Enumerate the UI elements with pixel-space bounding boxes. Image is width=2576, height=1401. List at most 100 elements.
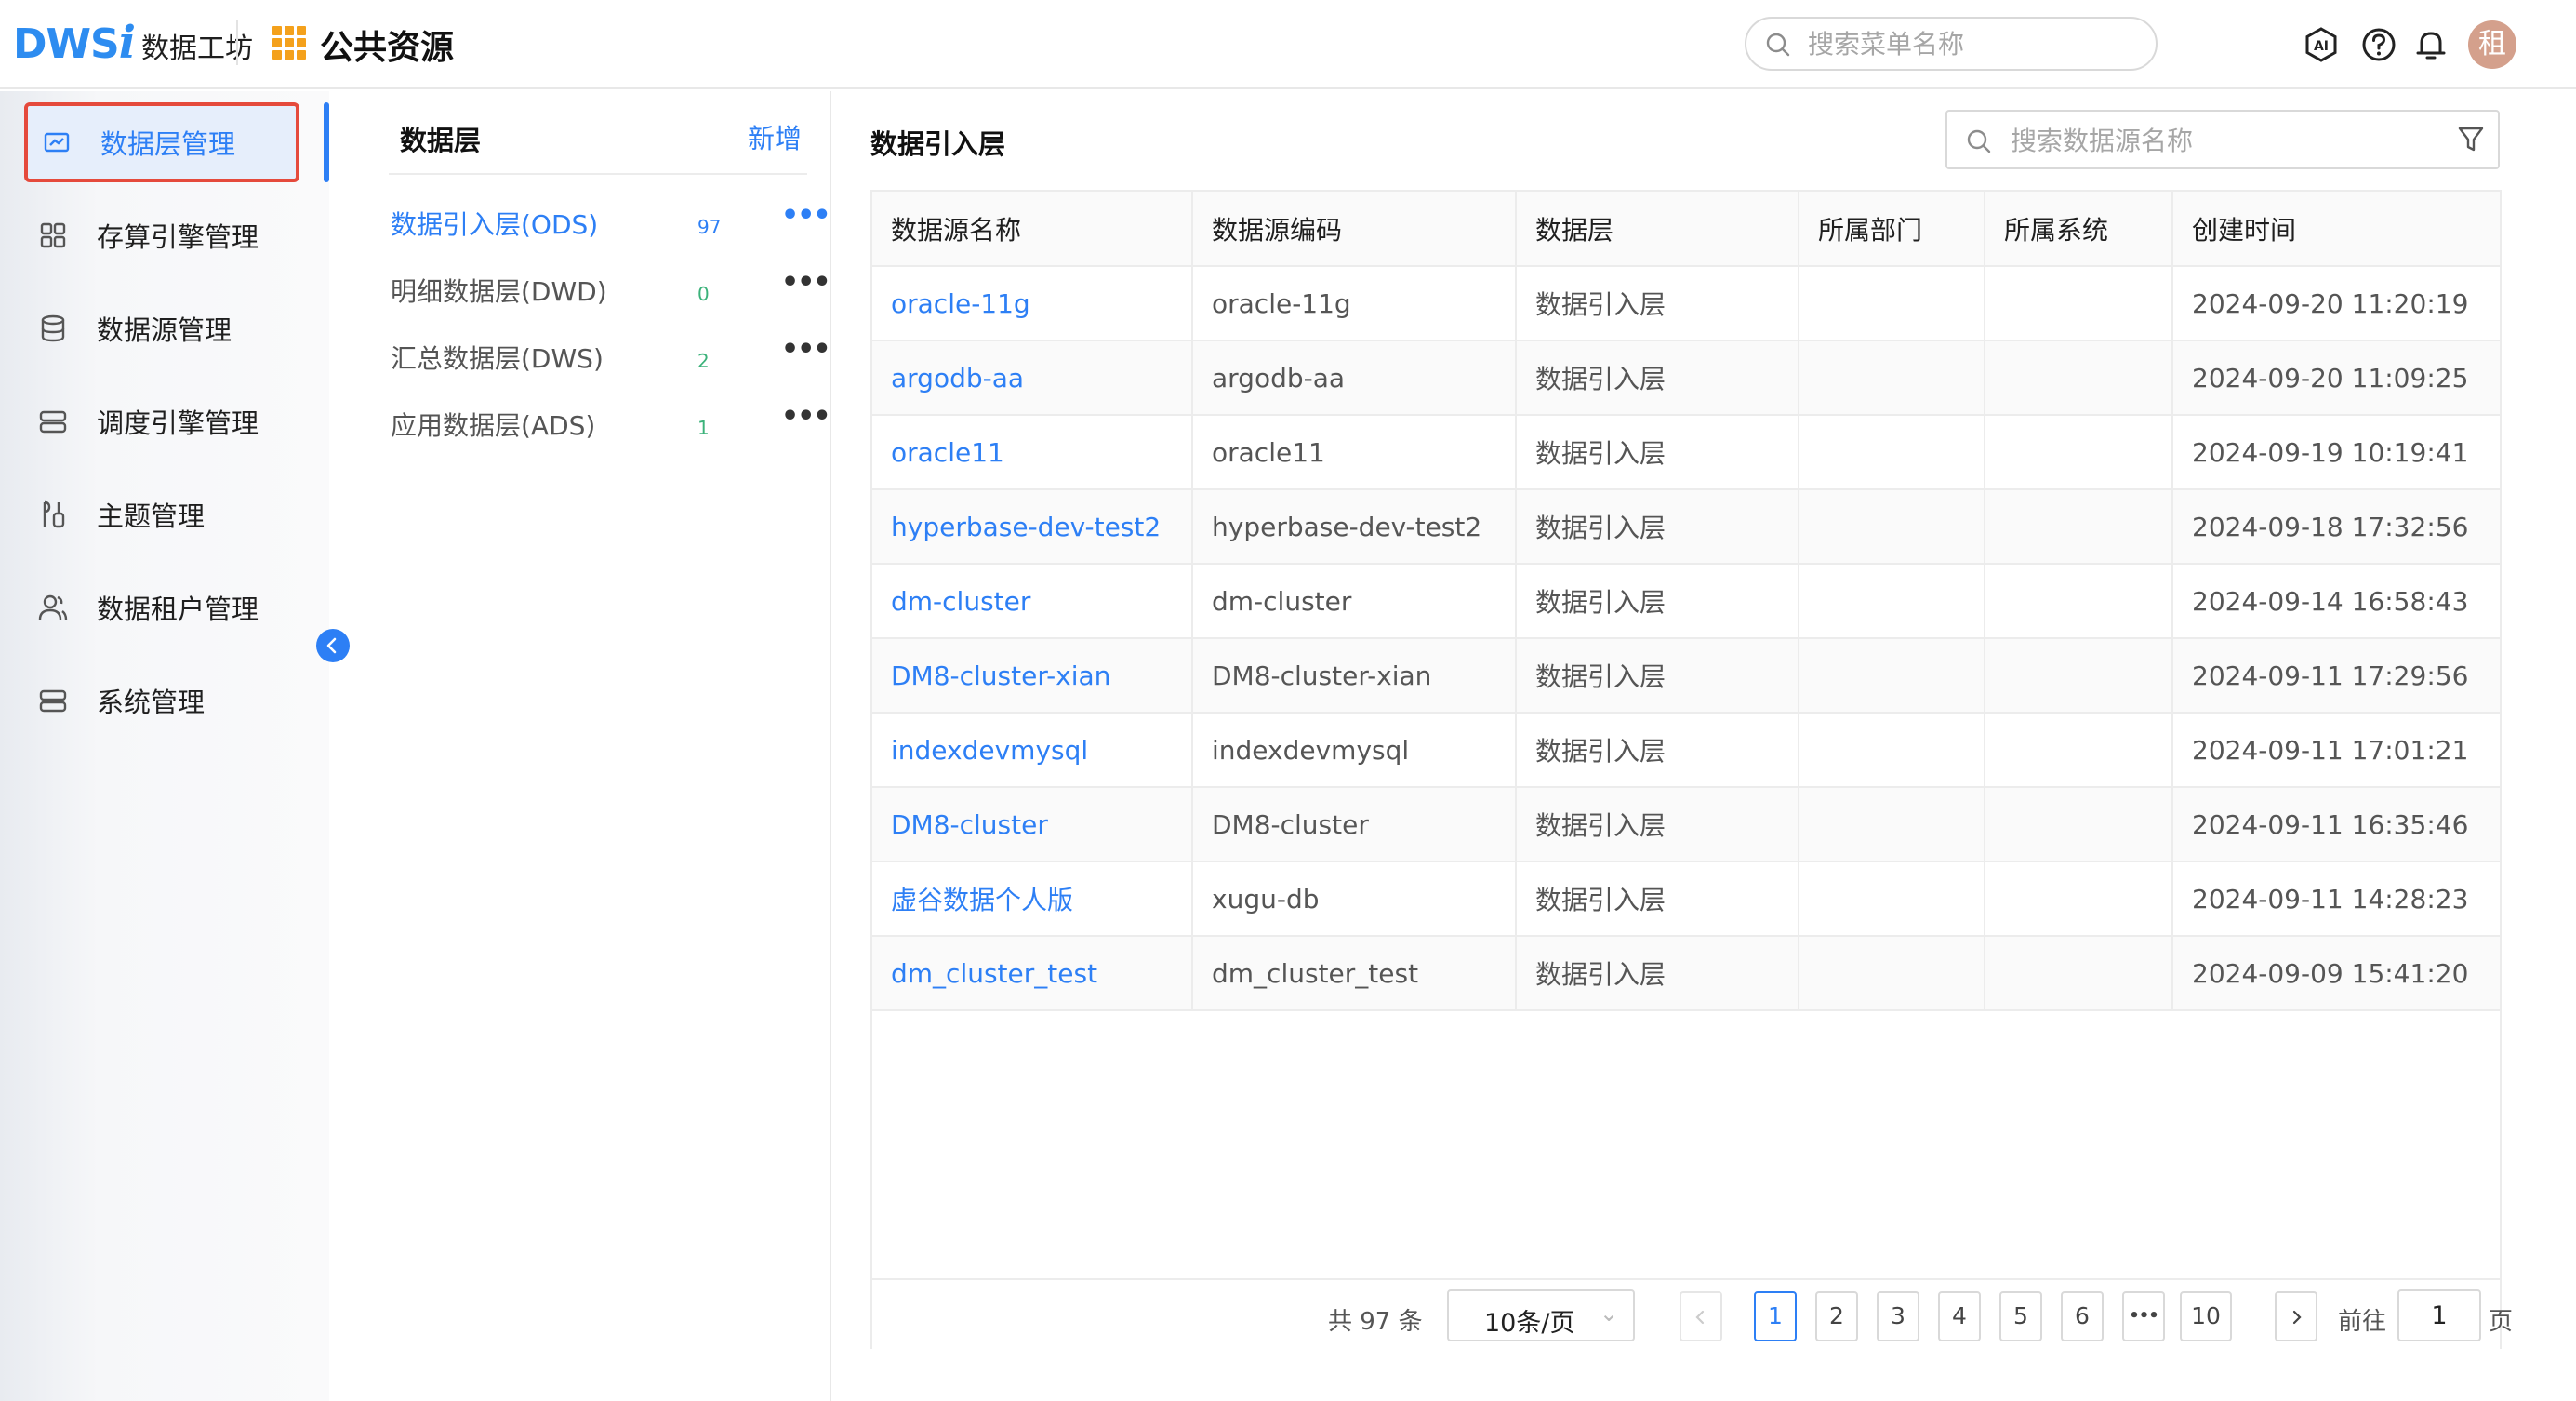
table-cell [1799, 787, 1985, 862]
next-page-button[interactable] [2275, 1291, 2317, 1341]
menu-search-input[interactable] [1808, 26, 2143, 61]
sidebar-item-system[interactable]: 系统管理 [24, 660, 299, 741]
table-cell: 数据引入层 [1516, 415, 1799, 490]
more-icon[interactable]: ••• [781, 400, 831, 433]
sidebar-item-label: 调度引擎管理 [97, 407, 259, 439]
help-icon[interactable] [2360, 26, 2397, 63]
datasource-name-link[interactable]: oracle11 [872, 415, 1193, 490]
table-cell: 2024-09-11 14:28:23 [2172, 861, 2500, 937]
datasource-name-link[interactable]: hyperbase-dev-test2 [872, 489, 1193, 565]
table-cell: 2024-09-11 17:01:21 [2172, 713, 2500, 788]
datasource-name-link[interactable]: 虚谷数据个人版 [872, 861, 1193, 937]
table-row[interactable]: dm_cluster_test dm_cluster_test 数据引入层 20… [872, 936, 2500, 1011]
page-button[interactable]: 3 [1877, 1291, 1919, 1341]
svg-text:AI: AI [2314, 39, 2329, 54]
more-icon[interactable]: ••• [781, 199, 831, 232]
datasource-name-link[interactable]: argodb-aa [872, 340, 1193, 416]
add-layer-button[interactable]: 新增 [748, 117, 802, 156]
table-cell: oracle11 [1192, 415, 1517, 490]
table-row[interactable]: argodb-aa argodb-aa 数据引入层 2024-09-20 11:… [872, 340, 2500, 416]
layer-name: 汇总数据层(DWS) [391, 343, 604, 374]
datasource-search-input[interactable] [2011, 123, 2420, 158]
sidebar-item-label: 数据租户管理 [97, 594, 259, 625]
table-row[interactable]: hyperbase-dev-test2 hyperbase-dev-test2 … [872, 489, 2500, 565]
page-suffix: 页 [2489, 1308, 2514, 1336]
table-cell [1985, 340, 2173, 416]
layer-item-ods[interactable]: 数据引入层(ODS) 97 ••• [391, 195, 831, 247]
chevron-right-icon [2292, 1310, 2302, 1325]
layer-count: 1 [697, 417, 710, 439]
column-header[interactable]: 所属系统 [1985, 192, 2173, 267]
page-button[interactable]: 1 [1754, 1291, 1797, 1341]
table-cell [1985, 415, 2173, 490]
page-button[interactable]: 6 [2061, 1291, 2104, 1341]
layer-item-ads[interactable]: 应用数据层(ADS) 1 ••• [391, 396, 831, 448]
sidebar-item-label: 系统管理 [97, 687, 206, 718]
dwsi-logo[interactable]: DWS i 数据工坊 [13, 17, 253, 73]
page-button[interactable]: 5 [1999, 1291, 2042, 1341]
layer-item-dws[interactable]: 汇总数据层(DWS) 2 ••• [391, 329, 831, 381]
datasource-name-link[interactable]: dm-cluster [872, 564, 1193, 639]
sidebar-item-label: 数据源管理 [97, 314, 232, 346]
total-count: 共 97 条 [1328, 1308, 1423, 1336]
user-avatar[interactable]: 租 [2468, 20, 2516, 69]
layer-item-dwd[interactable]: 明细数据层(DWD) 0 ••• [391, 262, 831, 314]
table-cell: oracle-11g [1192, 266, 1517, 341]
page-button[interactable]: 4 [1938, 1291, 1981, 1341]
sidebar-item-schedule-engine[interactable]: 调度引擎管理 [24, 381, 299, 461]
sidebar-item-datasource[interactable]: 数据源管理 [24, 288, 299, 368]
tenant-icon [38, 594, 68, 620]
table-cell: 数据引入层 [1516, 340, 1799, 416]
goto-label: 前往 [2338, 1308, 2387, 1336]
top-header: DWS i 数据工坊 公共资源 AI 租 [0, 0, 2576, 89]
column-header[interactable]: 数据层 [1516, 192, 1799, 267]
datasource-name-link[interactable]: DM8-cluster [872, 787, 1193, 862]
sidebar-item-theme[interactable]: 主题管理 [24, 474, 299, 554]
layer-count: 0 [697, 283, 710, 305]
page-button[interactable]: 2 [1815, 1291, 1858, 1341]
datasource-name-link[interactable]: dm_cluster_test [872, 936, 1193, 1011]
apps-grid-icon[interactable] [272, 26, 306, 60]
page-title: 数据引入层 [870, 128, 1006, 160]
datasource-name-link[interactable]: indexdevmysql [872, 713, 1193, 788]
datasource-name-link[interactable]: DM8-cluster-xian [872, 638, 1193, 714]
database-icon [41, 314, 65, 342]
datasource-search-box[interactable] [1945, 110, 2500, 169]
filter-icon[interactable] [2457, 125, 2485, 154]
table-row[interactable]: DM8-cluster DM8-cluster 数据引入层 2024-09-11… [872, 787, 2500, 862]
prev-page-button[interactable] [1680, 1291, 1722, 1341]
layer-name: 数据引入层(ODS) [391, 209, 599, 240]
column-header[interactable]: 数据源编码 [1192, 192, 1517, 267]
column-header[interactable]: 创建时间 [2172, 192, 2500, 267]
page-button[interactable]: 10 [2180, 1291, 2232, 1341]
menu-search-box[interactable] [1745, 17, 2158, 71]
collapse-sidebar-button[interactable] [316, 629, 350, 662]
datasource-name-link[interactable]: oracle-11g [872, 266, 1193, 341]
goto-page-input[interactable] [2397, 1289, 2481, 1341]
column-header[interactable]: 数据源名称 [872, 192, 1193, 267]
table-row[interactable]: dm-cluster dm-cluster 数据引入层 2024-09-14 1… [872, 564, 2500, 639]
table-row[interactable]: oracle-11g oracle-11g 数据引入层 2024-09-20 1… [872, 266, 2500, 341]
layer-count: 2 [697, 350, 710, 372]
bell-icon[interactable] [2412, 26, 2450, 63]
sidebar-item-data-layer[interactable]: 数据层管理 [24, 102, 299, 182]
ai-icon[interactable]: AI [2303, 26, 2340, 63]
table-row[interactable]: DM8-cluster-xian DM8-cluster-xian 数据引入层 … [872, 638, 2500, 714]
engine-icon [40, 222, 66, 248]
table-row[interactable]: oracle11 oracle11 数据引入层 2024-09-19 10:19… [872, 415, 2500, 490]
table-row[interactable]: 虚谷数据个人版 xugu-db 数据引入层 2024-09-11 14:28:2… [872, 861, 2500, 937]
table-cell: 数据引入层 [1516, 936, 1799, 1011]
table-cell [1985, 489, 2173, 565]
sidebar-item-tenant[interactable]: 数据租户管理 [24, 567, 299, 647]
page-size-select[interactable]: 10条/页 ⌄ [1447, 1289, 1635, 1341]
sidebar-item-compute-engine[interactable]: 存算引擎管理 [24, 195, 299, 275]
table-row[interactable]: indexdevmysql indexdevmysql 数据引入层 2024-0… [872, 713, 2500, 788]
table-cell: 数据引入层 [1516, 787, 1799, 862]
more-icon[interactable]: ••• [781, 333, 831, 366]
more-icon[interactable]: ••• [781, 266, 831, 299]
page-ellipsis-button[interactable]: ••• [2122, 1291, 2165, 1341]
table-cell: 2024-09-11 16:35:46 [2172, 787, 2500, 862]
table-cell: dm_cluster_test [1192, 936, 1517, 1011]
column-header[interactable]: 所属部门 [1799, 192, 1985, 267]
table-cell: xugu-db [1192, 861, 1517, 937]
